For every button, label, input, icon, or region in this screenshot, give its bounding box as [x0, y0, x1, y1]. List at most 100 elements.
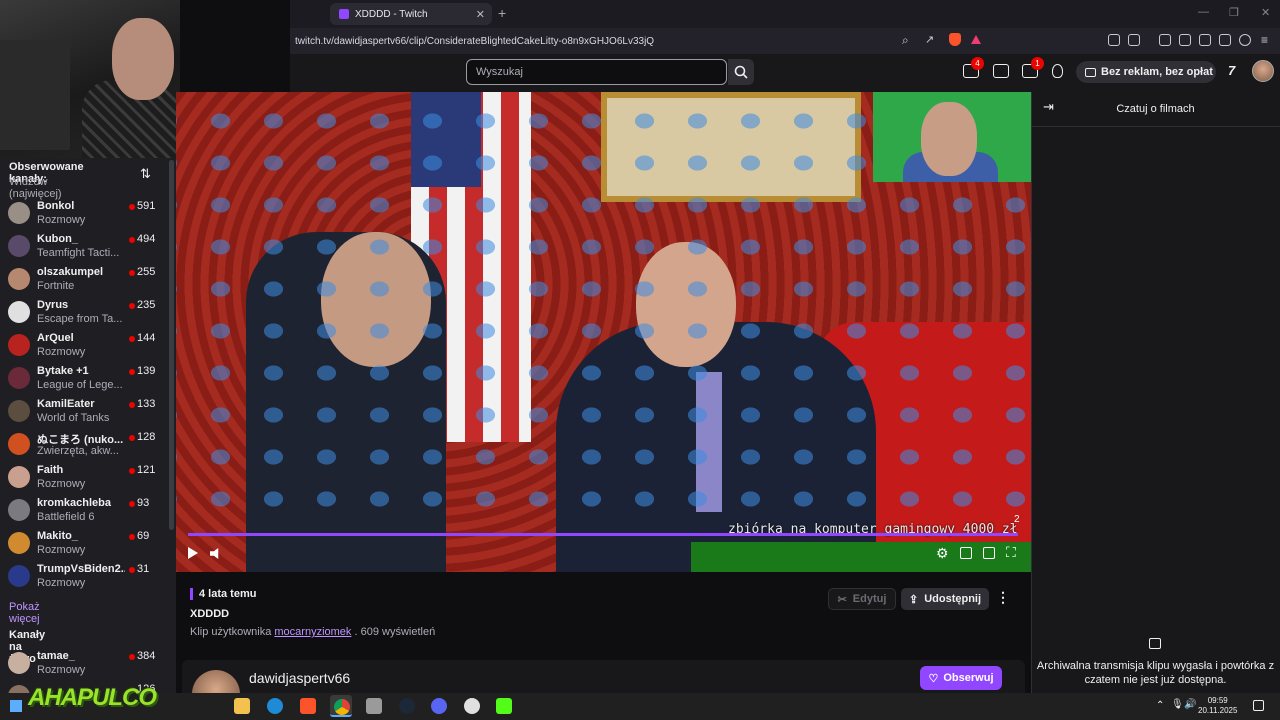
channel-row-game: Escape from Ta... [37, 313, 123, 325]
channel-row-name: Faith [37, 464, 64, 476]
play-icon[interactable] [188, 547, 198, 559]
live-dot-icon [129, 237, 135, 243]
sidebar-channel-row[interactable]: olszakumpel Fortnite 255 [0, 263, 176, 296]
sidebar-channel-row[interactable]: ArQuel Rozmowy 144 [0, 329, 176, 362]
discord-icon[interactable] [431, 698, 447, 714]
turbo-icon [1085, 67, 1096, 77]
app-icon[interactable] [366, 698, 382, 714]
sidebar-channel-row[interactable]: ぬこまろ (nuko... Zwierzęta, akw... 128 [0, 428, 176, 461]
clip-title: XDDDD [190, 608, 230, 620]
live-dot-icon [129, 270, 135, 276]
sidebar-channel-row[interactable]: Dyrus Escape from Ta... 235 [0, 296, 176, 329]
channel-row-name: ArQuel [37, 332, 74, 344]
new-tab-button[interactable]: + [498, 5, 506, 21]
maximize-icon[interactable]: ❐ [1229, 6, 1239, 19]
search-button[interactable] [728, 59, 754, 85]
sort-icon[interactable]: ⇅ [140, 166, 151, 182]
channel-avatar-icon [8, 334, 30, 356]
channel-row-viewers: 133 [137, 398, 156, 410]
wallet-icon[interactable] [1199, 34, 1211, 46]
share-page-icon[interactable]: ↗ [925, 33, 934, 46]
live-dot-icon [129, 435, 135, 441]
sidebar-channel-row[interactable]: TrumpVsBiden2... Rozmowy 31 [0, 560, 176, 593]
search-input[interactable]: Wyszukaj [466, 59, 727, 85]
vpn-icon[interactable] [1239, 34, 1251, 46]
channel-row-game: Rozmowy [37, 544, 86, 556]
bits-icon[interactable] [1052, 64, 1063, 78]
channel-row-name: Dyrus [37, 299, 69, 311]
video-green-overlay [691, 542, 1031, 572]
sidebar-scrollbar[interactable] [169, 160, 174, 530]
brave-icon[interactable] [300, 698, 316, 714]
channel-row-viewers: 128 [137, 431, 156, 443]
sidebar-channel-row[interactable]: KamilEater World of Tanks 133 [0, 395, 176, 428]
channel-avatar-icon [8, 400, 30, 422]
chrome-icon[interactable] [334, 699, 350, 715]
channel-row-viewers: 93 [137, 497, 150, 509]
kick-icon[interactable] [496, 698, 512, 714]
extension-logo-icon[interactable]: 7 [1228, 63, 1235, 78]
channel-name[interactable]: dawidjaspertv66 [249, 670, 350, 686]
show-more-link[interactable]: Pokaż więcej [9, 601, 40, 625]
browser-tab[interactable]: XDDDD - Twitch ✕ [330, 3, 492, 25]
follow-button[interactable]: ♡ Obserwuj [920, 666, 1002, 690]
zoom-icon[interactable]: ⌕ [902, 33, 909, 48]
chat-title: Czatuj o filmach [1116, 103, 1195, 115]
video-progress-bar[interactable] [188, 533, 1018, 536]
speaker-icon[interactable]: 🔊 [1184, 699, 1196, 710]
microphone-icon[interactable]: 🎙 [1171, 699, 1184, 710]
sidebar-channel-row[interactable]: tamae_ Rozmowy 384 [0, 647, 176, 680]
edge-icon[interactable] [267, 698, 283, 714]
mail-icon[interactable] [993, 64, 1009, 78]
channel-row-name: TrumpVsBiden2... [37, 563, 125, 575]
channel-row-name: tamae_ [37, 650, 75, 662]
more-options-button[interactable]: ⋮ [996, 589, 1010, 606]
extensions-icon[interactable] [1108, 34, 1120, 46]
browser-menu-icon[interactable]: ≡ [1261, 33, 1268, 47]
sidebar-channel-row[interactable]: Faith Rozmowy 121 [0, 461, 176, 494]
live-dot-icon [129, 303, 135, 309]
fullscreen-icon[interactable]: ⛶ [1006, 544, 1016, 561]
sidebar-toggle-icon[interactable] [1179, 34, 1191, 46]
channel-row-viewers: 121 [137, 464, 156, 476]
tray-expand-icon[interactable]: ⌃ [1156, 700, 1164, 711]
brave-rewards-icon[interactable] [971, 35, 981, 44]
minimize-icon[interactable]: — [1198, 6, 1209, 18]
sidebar-channel-row[interactable]: Makito_ Rozmowy 69 [0, 527, 176, 560]
channel-row-name: olszakumpel [37, 266, 104, 278]
webcam-background [0, 40, 70, 150]
window-close-icon[interactable]: ✕ [1261, 6, 1270, 19]
media-icon[interactable] [1159, 34, 1171, 46]
clip-author-link[interactable]: mocarnyziomek [274, 626, 351, 638]
sidebar-channel-row[interactable]: kromkachleba Battlefield 6 93 [0, 494, 176, 527]
obs-icon[interactable] [464, 698, 480, 714]
sidebar-channel-row[interactable]: Kubon_ Teamfight Tacti... 494 [0, 230, 176, 263]
file-explorer-icon[interactable] [234, 698, 250, 714]
tab-close-icon[interactable]: ✕ [476, 8, 485, 21]
share-button[interactable]: ⇪ Udostępnij [901, 588, 989, 610]
sidebar-channel-row[interactable]: Bonkol Rozmowy 591 [0, 197, 176, 230]
settings-gear-icon[interactable]: ⚙ [936, 545, 949, 562]
channel-row-game: Zwierzęta, akw... [37, 445, 119, 457]
taskbar-clock[interactable]: 09:59 20.11.2025 [1198, 696, 1237, 716]
channel-row-game: Rozmowy [37, 346, 86, 358]
video-player[interactable]: zbiórka na komputer gamingowy 4000 zł 2 [176, 92, 1031, 572]
follow-label: Obserwuj [943, 672, 994, 684]
brave-shields-icon[interactable] [949, 33, 961, 46]
turbo-button[interactable]: Bez reklam, bez opłat [1076, 61, 1216, 83]
notifications-icon[interactable] [1253, 700, 1264, 711]
ago-accent-bar [190, 588, 193, 600]
user-avatar[interactable] [1252, 60, 1274, 82]
cast-icon[interactable] [960, 547, 972, 559]
clapperboard-icon [1149, 638, 1161, 649]
sidebar-channel-row[interactable]: Bytake +1 League of Lege... 139 [0, 362, 176, 395]
reader-mode-icon[interactable] [1128, 34, 1140, 46]
windows-start-icon[interactable] [10, 700, 22, 712]
leo-ai-icon[interactable] [1219, 34, 1231, 46]
clock-time: 09:59 [1207, 696, 1228, 705]
theatre-mode-icon[interactable] [983, 547, 995, 559]
steam-icon[interactable] [399, 698, 415, 714]
video-corner-number: 2 [1014, 514, 1020, 525]
webcam-face [112, 18, 174, 100]
url-text[interactable]: twitch.tv/dawidjaspertv66/clip/Considera… [295, 36, 654, 47]
